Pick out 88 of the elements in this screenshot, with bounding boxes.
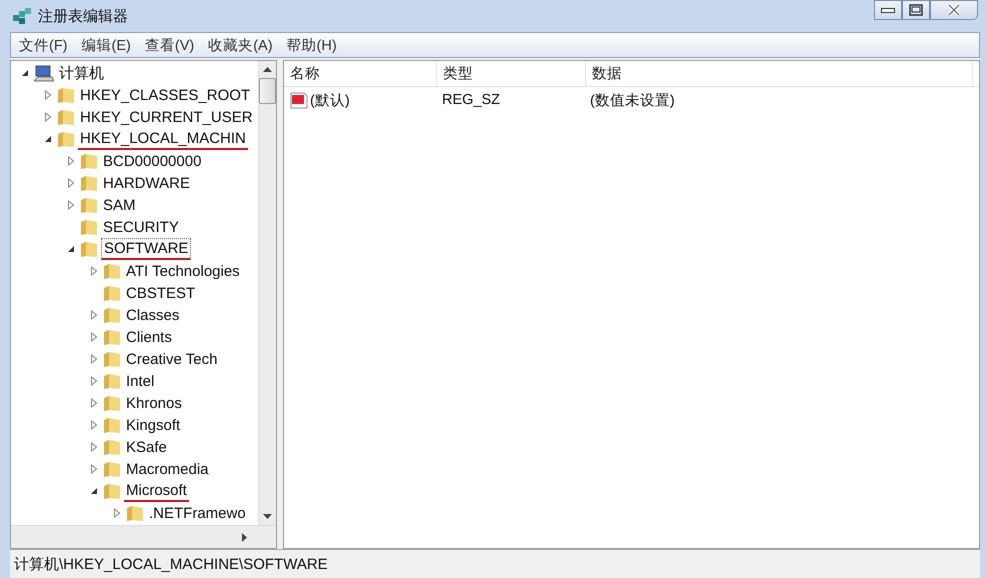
scroll-down-icon[interactable]	[263, 514, 272, 520]
folder-icon	[57, 86, 75, 104]
cubes-icon	[12, 7, 32, 25]
tree-item[interactable]: Microsoft	[124, 480, 189, 502]
folder-icon	[103, 438, 121, 456]
folder-icon	[126, 504, 144, 522]
folder-icon	[103, 482, 121, 500]
close-button[interactable]	[930, 0, 978, 20]
menu-item[interactable]: 收藏夹(A)	[208, 36, 273, 54]
vertical-scrollbar[interactable]	[258, 61, 276, 525]
scroll-right-icon[interactable]	[242, 532, 248, 542]
collapsed-arrow-icon[interactable]	[90, 354, 98, 364]
collapsed-arrow-icon[interactable]	[90, 442, 98, 452]
tree-item[interactable]: Macromedia	[124, 460, 211, 478]
tree-item[interactable]: SOFTWARE	[101, 238, 192, 260]
menu-item[interactable]: 帮助(H)	[286, 36, 337, 54]
tree-item[interactable]: CBSTEST	[124, 284, 198, 302]
tree-item[interactable]: Classes	[124, 306, 182, 324]
column-header[interactable]: 类型	[437, 61, 586, 86]
horizontal-scrollbar[interactable]	[11, 525, 276, 548]
maximize-button[interactable]	[902, 0, 930, 20]
tree-item[interactable]: HKEY_CURRENT_USER	[78, 108, 255, 126]
folder-icon	[80, 174, 98, 192]
collapsed-arrow-icon[interactable]	[44, 90, 52, 100]
folder-icon	[103, 306, 121, 324]
expanded-arrow-icon[interactable]	[90, 487, 98, 495]
tree-item[interactable]: Kingsoft	[124, 416, 182, 434]
folder-icon	[103, 372, 121, 390]
folder-icon	[103, 394, 121, 412]
tree-item[interactable]: 计算机	[57, 64, 106, 82]
tree-item[interactable]: SECURITY	[101, 218, 181, 236]
collapsed-arrow-icon[interactable]	[90, 464, 98, 474]
scrollbar-thumb[interactable]	[259, 78, 276, 104]
minimize-icon	[881, 8, 895, 12]
folder-icon	[80, 218, 98, 236]
tree-item[interactable]: Creative Tech	[124, 350, 220, 368]
folder-icon	[103, 284, 121, 302]
computer-icon	[34, 64, 54, 82]
scroll-up-icon[interactable]	[263, 66, 272, 72]
expanded-arrow-icon[interactable]	[44, 135, 52, 143]
close-icon	[947, 3, 961, 17]
maximize-icon	[909, 4, 923, 16]
tree-item[interactable]: ATI Technologies	[124, 262, 242, 280]
folder-icon	[80, 196, 98, 214]
folder-icon	[80, 152, 98, 170]
tree-item[interactable]: HARDWARE	[101, 174, 192, 192]
menu-item[interactable]: 文件(F)	[19, 36, 68, 54]
collapsed-arrow-icon[interactable]	[90, 310, 98, 320]
folder-icon	[57, 130, 75, 148]
minimize-button[interactable]	[874, 0, 902, 20]
collapsed-arrow-icon[interactable]	[90, 420, 98, 430]
folder-icon	[103, 416, 121, 434]
tree-item[interactable]: BCD00000000	[101, 152, 204, 170]
tree-item[interactable]: Intel	[124, 372, 156, 390]
folder-icon	[57, 108, 75, 126]
column-header[interactable]: 数据	[586, 61, 973, 86]
collapsed-arrow-icon[interactable]	[90, 398, 98, 408]
table-cell-text: (数值未设置)	[590, 92, 675, 110]
folder-icon	[103, 328, 121, 346]
collapsed-arrow-icon[interactable]	[113, 508, 121, 518]
folder-icon	[103, 262, 121, 280]
menu-item[interactable]: 查看(V)	[144, 36, 194, 54]
collapsed-arrow-icon[interactable]	[90, 332, 98, 342]
tree-item[interactable]: HKEY_CLASSES_ROOT	[78, 86, 252, 104]
menu-item[interactable]: 编辑(E)	[82, 36, 131, 54]
status-bar: 计算机\HKEY_LOCAL_MACHINE\SOFTWARE	[10, 549, 980, 578]
collapsed-arrow-icon[interactable]	[44, 112, 52, 122]
collapsed-arrow-icon[interactable]	[67, 200, 75, 210]
collapsed-arrow-icon[interactable]	[67, 156, 75, 166]
tree-item[interactable]: .NETFramewo	[147, 504, 248, 522]
tree-item[interactable]: Clients	[124, 328, 174, 346]
column-header[interactable]: 名称	[284, 61, 437, 86]
collapsed-arrow-icon[interactable]	[67, 178, 75, 188]
tree-item[interactable]: HKEY_LOCAL_MACHIN	[78, 128, 248, 150]
tree-item[interactable]: SAM	[101, 196, 138, 214]
collapsed-arrow-icon[interactable]	[90, 266, 98, 276]
table-cell-text: (默认)	[310, 92, 350, 110]
window-title: 注册表编辑器	[38, 6, 128, 26]
folder-icon	[103, 350, 121, 368]
string-value-icon	[290, 92, 308, 108]
expanded-arrow-icon[interactable]	[21, 69, 29, 77]
table-cell: REG_SZ	[442, 92, 500, 108]
folder-icon	[103, 460, 121, 478]
expanded-arrow-icon[interactable]	[67, 245, 75, 253]
collapsed-arrow-icon[interactable]	[90, 376, 98, 386]
tree-item[interactable]: Khronos	[124, 394, 184, 412]
folder-icon	[80, 240, 98, 258]
tree-item[interactable]: KSafe	[124, 438, 169, 456]
